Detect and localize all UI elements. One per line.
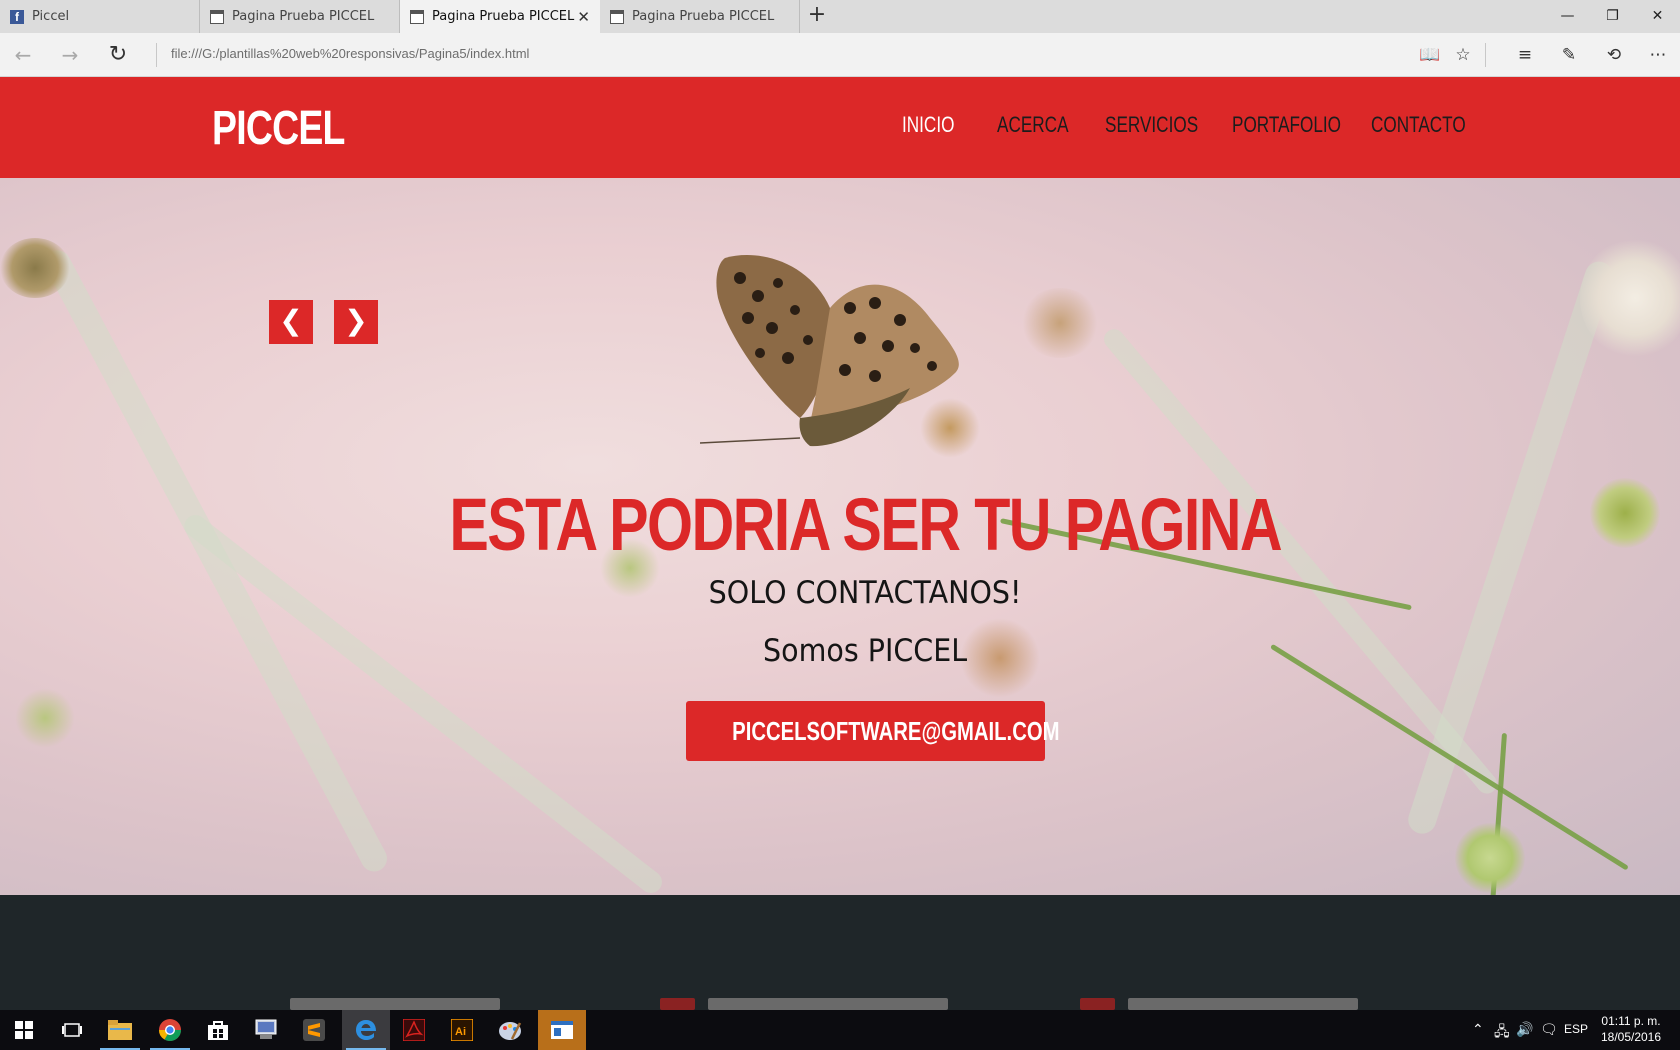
tab-pagina-prueba-1[interactable]: Pagina Prueba PICCEL	[200, 0, 400, 33]
paint-icon[interactable]	[486, 1010, 534, 1050]
hero-tagline: Somos PICCEL	[763, 633, 968, 669]
task-view-icon[interactable]	[48, 1010, 96, 1050]
address-toolbar: ← → ↻ file:///G:/plantillas%20web%20resp…	[0, 33, 1680, 77]
site-logo[interactable]: PICCEL	[212, 101, 345, 156]
feature-heading-cutoff	[290, 998, 500, 1010]
start-button[interactable]	[0, 1010, 48, 1050]
system-tray: ⌃ 🖧 🔊 🗨 ESP 01:11 p. m. 18/05/2016	[1460, 1010, 1680, 1050]
tab-title: Pagina Prueba PICCEL	[632, 9, 775, 24]
page-icon	[410, 9, 424, 24]
refresh-icon[interactable]: ↻	[103, 41, 133, 69]
divider	[1485, 43, 1486, 67]
minimize-icon[interactable]: —	[1545, 0, 1590, 33]
favorite-star-icon[interactable]: ☆	[1449, 42, 1477, 68]
web-note-icon[interactable]: ✎	[1555, 42, 1583, 68]
network-icon[interactable]: 🖧	[1494, 1021, 1510, 1045]
forward-arrow-icon[interactable]: →	[55, 41, 85, 69]
bokeh-flower	[1590, 478, 1660, 548]
divider	[156, 43, 157, 67]
edge-browser-icon[interactable]	[342, 1010, 390, 1050]
page-icon	[210, 9, 224, 24]
tab-title: Pagina Prueba PICCEL	[432, 9, 575, 24]
nav-acerca[interactable]: ACERCA	[997, 112, 1069, 138]
share-icon[interactable]: ⟲	[1600, 42, 1628, 68]
clock[interactable]: 01:11 p. m. 18/05/2016	[1596, 1013, 1666, 1045]
flower-stem	[1270, 643, 1629, 871]
page-icon	[610, 9, 624, 24]
bokeh-flower	[1020, 288, 1100, 358]
nav-inicio[interactable]: INICIO	[902, 112, 954, 138]
more-icon[interactable]: ⋯	[1644, 42, 1672, 68]
acrobat-icon[interactable]	[390, 1010, 438, 1050]
action-center-icon[interactable]: 🗨	[1540, 1021, 1558, 1038]
volume-icon[interactable]: 🔊	[1516, 1021, 1533, 1038]
bokeh-flower	[0, 238, 70, 298]
tab-piccel[interactable]: f Piccel	[0, 0, 200, 33]
reading-view-icon[interactable]: 📖	[1416, 42, 1444, 68]
close-window-icon[interactable]: ✕	[1635, 0, 1680, 33]
hero-subtitle: SOLO CONTACTANOS!	[708, 575, 1022, 611]
chrome-icon[interactable]	[146, 1010, 194, 1050]
clock-date: 18/05/2016	[1600, 1030, 1662, 1044]
hero-title: ESTA PODRIA SER TU PAGINA	[449, 483, 1282, 566]
windows-taskbar: Ai ⌃ 🖧 🔊 🗨 ESP 01:11 p. m. 18/05/2016	[0, 1010, 1680, 1050]
carousel-prev-button[interactable]: ❮	[269, 300, 313, 344]
background-stem	[180, 510, 667, 895]
browser-tab-bar: f Piccel Pagina Prueba PICCEL Pagina Pru…	[0, 0, 1680, 33]
clock-time: 01:11 p. m.	[1601, 1014, 1661, 1028]
tab-pagina-prueba-active[interactable]: Pagina Prueba PICCEL ✕	[400, 0, 600, 33]
restore-icon[interactable]: ❐	[1590, 0, 1635, 33]
store-icon[interactable]	[194, 1010, 242, 1050]
carousel-next-button[interactable]: ❯	[334, 300, 378, 344]
chevron-up-icon[interactable]: ⌃	[1472, 1021, 1484, 1038]
back-arrow-icon[interactable]: ←	[8, 41, 38, 69]
bokeh-flower	[1580, 238, 1680, 358]
sublime-text-icon[interactable]	[290, 1010, 338, 1050]
feature-icon-cutoff	[660, 998, 695, 1010]
svg-text:Ai: Ai	[455, 1026, 466, 1038]
email-cta-label: PICCELSOFTWARE@GMAIL.COM	[732, 716, 1060, 746]
feature-heading-cutoff	[1128, 998, 1358, 1010]
address-input[interactable]: file:///G:/plantillas%20web%20responsiva…	[171, 46, 529, 61]
nav-portafolio[interactable]: PORTAFOLIO	[1232, 112, 1341, 138]
bokeh-flower	[1455, 823, 1525, 893]
bokeh-flower	[15, 688, 75, 748]
file-explorer-icon[interactable]	[96, 1010, 144, 1050]
email-cta-button[interactable]: PICCELSOFTWARE@GMAIL.COM	[686, 701, 1060, 761]
close-tab-icon[interactable]: ✕	[577, 8, 590, 26]
nav-servicios[interactable]: SERVICIOS	[1105, 112, 1198, 138]
window-controls: — ❐ ✕	[1545, 0, 1680, 33]
tab-pagina-prueba-3[interactable]: Pagina Prueba PICCEL	[600, 0, 800, 33]
hero-banner: ❮ ❯ ESTA PODRIA SER TU PAGINA SOLO CONTA…	[0, 178, 1680, 895]
feature-heading-cutoff	[708, 998, 948, 1010]
new-tab-button[interactable]: +	[800, 0, 834, 33]
feature-icon-cutoff	[1080, 998, 1115, 1010]
windows-logo-icon	[15, 1021, 33, 1039]
illustrator-icon[interactable]: Ai	[438, 1010, 486, 1050]
facebook-icon: f	[10, 9, 24, 24]
network-app-icon[interactable]	[242, 1010, 290, 1050]
language-indicator[interactable]: ESP	[1564, 1022, 1588, 1036]
tab-title: Piccel	[32, 9, 70, 24]
features-section	[0, 895, 1680, 1010]
tab-title: Pagina Prueba PICCEL	[232, 9, 375, 24]
site-header: PICCEL INICIO ACERCA SERVICIOS PORTAFOLI…	[0, 77, 1680, 178]
hub-icon[interactable]: ≡	[1511, 42, 1539, 68]
flagged-window-icon[interactable]	[538, 1010, 586, 1050]
butterfly-image	[700, 255, 959, 447]
nav-contacto[interactable]: CONTACTO	[1371, 112, 1466, 138]
